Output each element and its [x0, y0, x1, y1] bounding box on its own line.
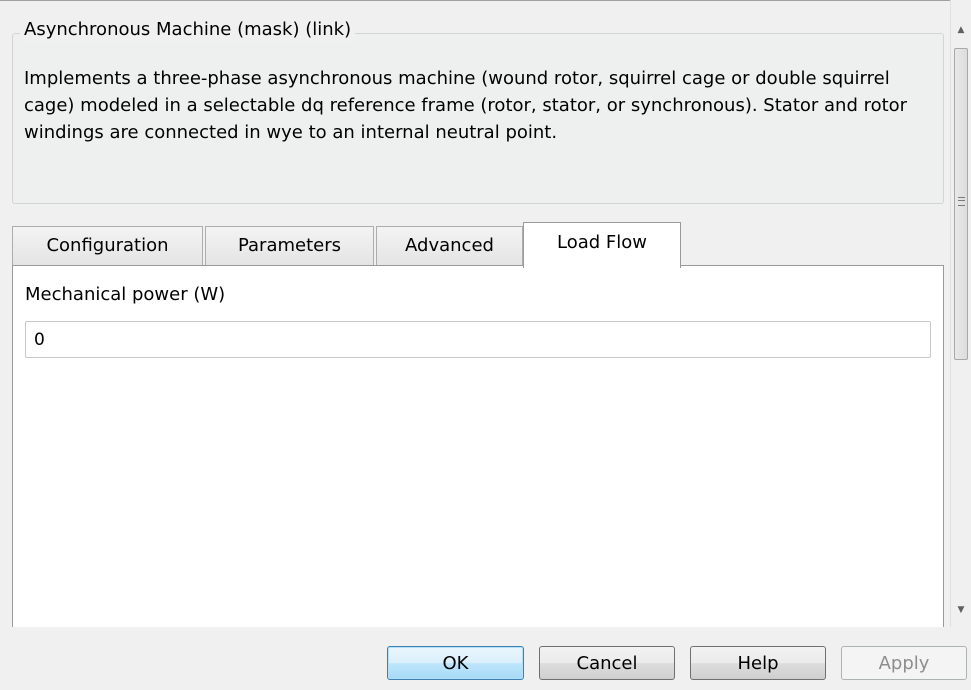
tab-configuration[interactable]: Configuration [12, 226, 203, 266]
tab-panel-load-flow: Mechanical power (W) [12, 265, 944, 627]
grip-icon [958, 197, 965, 206]
cancel-button[interactable]: Cancel [539, 646, 675, 680]
dialog-content: Asynchronous Machine (mask) (link) Imple… [0, 0, 950, 627]
tab-load-flow[interactable]: Load Flow [523, 222, 681, 268]
scroll-up-arrow-icon[interactable]: ▲ [951, 20, 971, 40]
vertical-scrollbar[interactable]: ▲ ▼ [950, 0, 971, 627]
scrollbar-thumb[interactable] [954, 48, 968, 360]
group-title: Asynchronous Machine (mask) (link) [20, 18, 356, 42]
mechanical-power-label: Mechanical power (W) [25, 284, 226, 305]
block-description: Implements a three-phase asynchronous ma… [24, 68, 908, 143]
scroll-down-arrow-icon[interactable]: ▼ [951, 600, 971, 620]
tab-parameters[interactable]: Parameters [205, 226, 374, 266]
top-divider [0, 0, 950, 1]
tab-advanced[interactable]: Advanced [376, 226, 523, 266]
mechanical-power-input[interactable] [25, 321, 931, 358]
help-button[interactable]: Help [690, 646, 826, 680]
ok-button[interactable]: OK [387, 646, 524, 680]
apply-button[interactable]: Apply [841, 646, 967, 680]
